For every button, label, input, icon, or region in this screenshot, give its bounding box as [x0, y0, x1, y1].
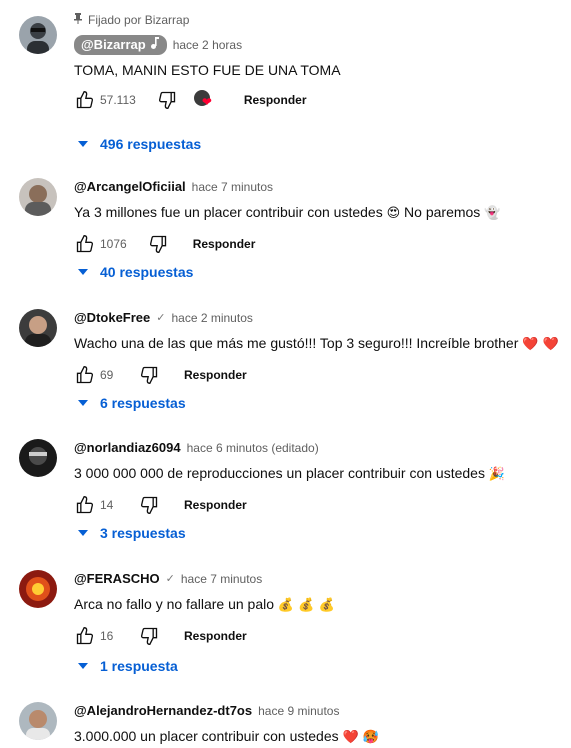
replies-toggle[interactable]: 40 respuestas — [78, 264, 193, 280]
comment-text: 3.000.000 un placer contribuir con usted… — [74, 728, 380, 745]
creator-heart-icon: ❤ — [193, 90, 214, 110]
comment-actions: 57.113 ❤ Responder — [74, 88, 563, 112]
avatar[interactable] — [19, 570, 57, 608]
comment-time[interactable]: hace 9 minutos — [258, 702, 339, 720]
creator-author-badge[interactable]: @Bizarrap — [74, 35, 167, 55]
comment-time[interactable]: hace 7 minutos — [192, 178, 273, 196]
reply-button[interactable]: Responder — [184, 498, 247, 512]
replies-count: 496 respuestas — [100, 136, 202, 152]
comments-feed: Fijado por Bizarrap @Bizarrap hace 2 hor… — [0, 0, 571, 745]
ghost-emoji: 👻 — [484, 206, 501, 221]
thumbs-down-icon[interactable] — [138, 364, 160, 386]
money-bag-emoji: 💰 💰 💰 — [277, 598, 335, 613]
replies-toggle[interactable]: 1 respuesta — [78, 658, 178, 674]
pin-icon — [74, 12, 82, 28]
red-heart-emoji: ❤️ ❤️ — [522, 337, 559, 352]
comment-actions: 1076 Responder — [74, 232, 563, 256]
comment-text: Wacho una de las que más me gustó!!! Top… — [74, 335, 559, 352]
replies-toggle[interactable]: 6 respuestas — [78, 395, 186, 411]
author-name: @Bizarrap — [81, 37, 146, 52]
comment-actions: 14 Responder — [74, 493, 563, 517]
replies-count: 40 respuestas — [100, 264, 194, 280]
like-count: 14 — [100, 498, 114, 512]
avatar[interactable] — [19, 439, 57, 477]
pinned-text: Fijado por Bizarrap — [88, 13, 190, 27]
thumbs-down-icon[interactable] — [138, 625, 160, 647]
smiling-hearts-emoji: 😍 — [386, 206, 401, 221]
heart-and-hot-face-emoji: ❤️ 🥵 — [342, 730, 380, 745]
caret-down-icon — [78, 400, 88, 406]
thumbs-up-icon[interactable] — [74, 89, 96, 111]
caret-down-icon — [78, 663, 88, 669]
verified-check-icon: ✓ — [165, 573, 175, 585]
author-name[interactable]: @norlandiaz6094 — [74, 439, 181, 457]
replies-count: 6 respuestas — [100, 395, 186, 411]
reply-button[interactable]: Responder — [184, 629, 247, 643]
avatar[interactable] — [19, 702, 57, 740]
author-name[interactable]: @ArcangelOficiial — [74, 178, 186, 196]
caret-down-icon — [78, 269, 88, 275]
comment-time[interactable]: hace 2 minutos — [171, 309, 252, 327]
pinned-label: Fijado por Bizarrap — [74, 12, 563, 28]
author-name[interactable]: @FERASCHO — [74, 570, 160, 588]
replies-count: 1 respuesta — [100, 658, 178, 674]
like-count: 16 — [100, 629, 114, 643]
replies-count: 3 respuestas — [100, 525, 186, 541]
reply-button[interactable]: Responder — [184, 368, 247, 382]
comment-text: Arca no fallo y no fallare un palo 💰 💰 💰 — [74, 596, 335, 613]
author-name[interactable]: @AlejandroHernandez-dt7os — [74, 702, 252, 720]
comment-actions: 16 Responder — [74, 624, 563, 648]
caret-down-icon — [78, 141, 88, 147]
author-name[interactable]: @DtokeFree — [74, 309, 150, 327]
comment-text: TOMA, MANIN ESTO FUE DE UNA TOMA — [74, 62, 341, 78]
caret-down-icon — [78, 530, 88, 536]
comment-time[interactable]: hace 6 minutos (editado) — [187, 439, 319, 457]
like-count: 1076 — [100, 237, 127, 251]
like-count: 57.113 — [100, 93, 136, 107]
avatar[interactable] — [19, 309, 57, 347]
comment-actions: 69 Responder — [74, 363, 563, 387]
comment-time[interactable]: hace 2 horas — [173, 36, 242, 54]
thumbs-down-icon[interactable] — [138, 494, 160, 516]
comment-text: 3 000 000 000 de reproducciones un place… — [74, 465, 506, 482]
thumbs-up-icon[interactable] — [74, 364, 96, 386]
comment-time[interactable]: hace 7 minutos — [181, 570, 262, 588]
thumbs-down-icon[interactable] — [156, 89, 178, 111]
verified-check-icon: ✓ — [156, 312, 166, 324]
thumbs-up-icon[interactable] — [74, 494, 96, 516]
thumbs-up-icon[interactable] — [74, 625, 96, 647]
thumbs-down-icon[interactable] — [147, 233, 169, 255]
thumbs-up-icon[interactable] — [74, 233, 96, 255]
music-note-icon — [150, 35, 160, 55]
replies-toggle[interactable]: 3 respuestas — [78, 525, 186, 541]
replies-toggle[interactable]: 496 respuestas — [78, 136, 201, 152]
avatar[interactable] — [19, 16, 57, 54]
reply-button[interactable]: Responder — [193, 237, 256, 251]
like-count: 69 — [100, 368, 114, 382]
comment-text: Ya 3 millones fue un placer contribuir c… — [74, 204, 501, 221]
reply-button[interactable]: Responder — [244, 93, 307, 107]
avatar[interactable] — [19, 178, 57, 216]
party-popper-emoji: 🎉 — [488, 467, 506, 482]
